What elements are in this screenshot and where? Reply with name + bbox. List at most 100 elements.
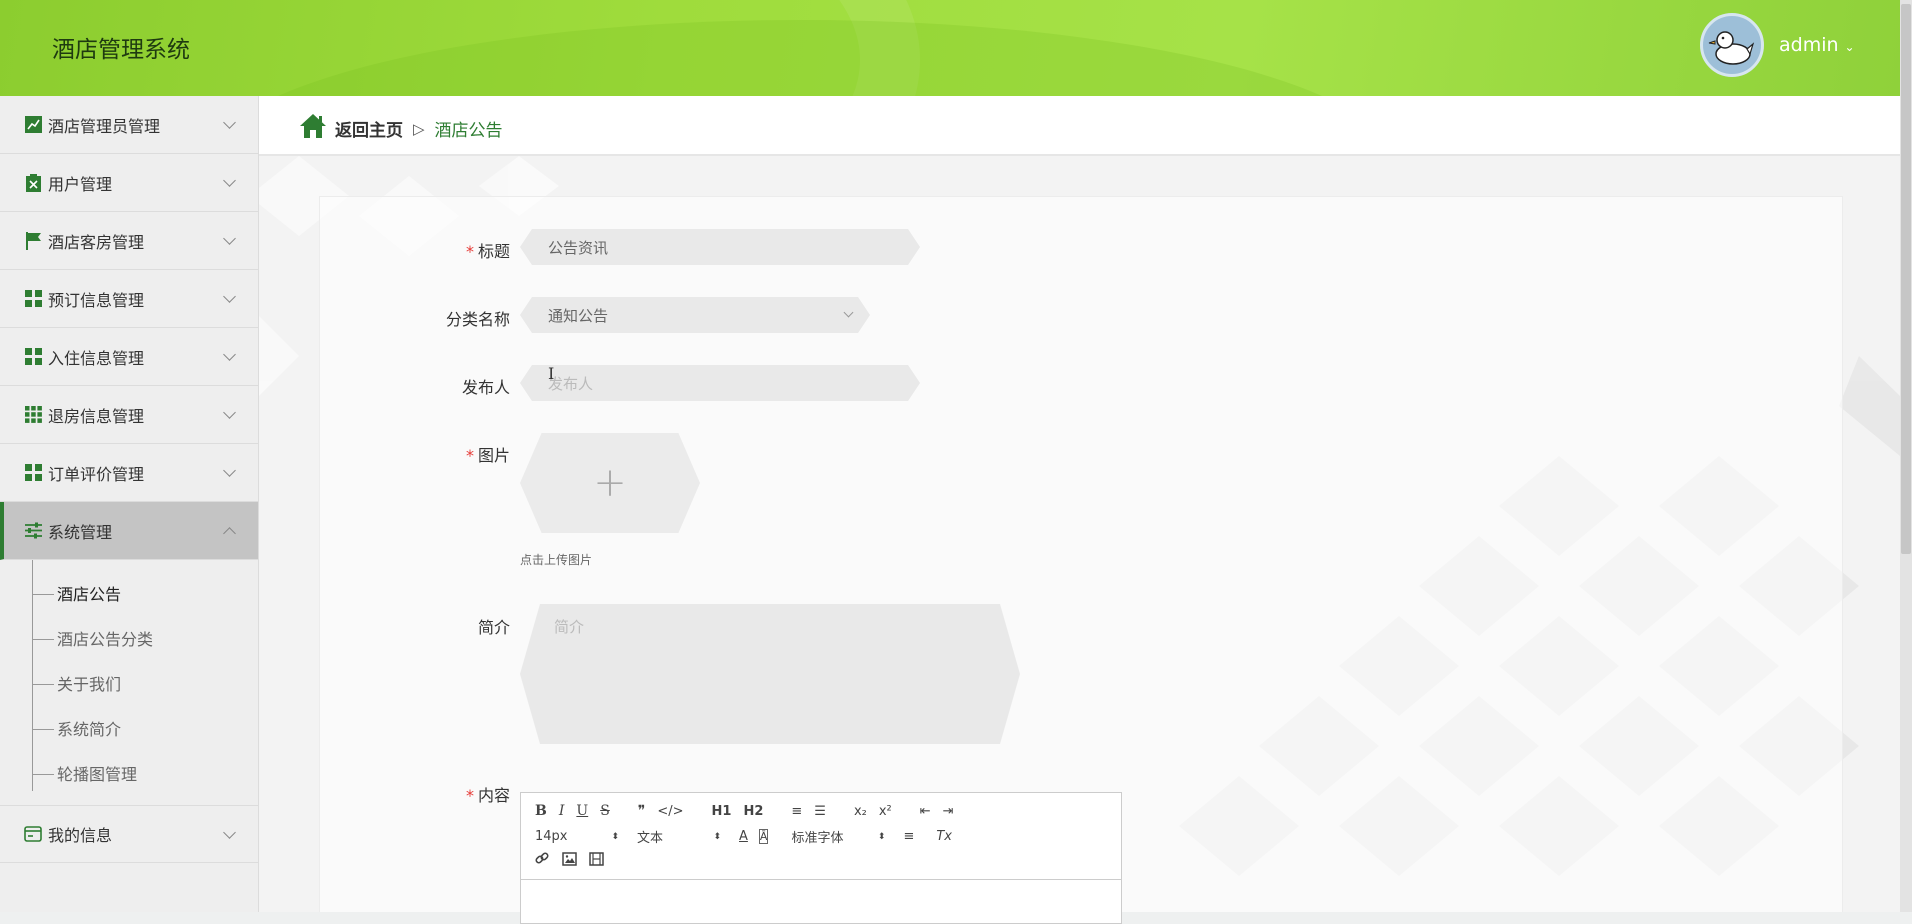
breadcrumb-current: 酒店公告 (434, 121, 503, 141)
code-block-button[interactable]: </> (657, 804, 683, 819)
submenu-item-about-us[interactable]: 关于我们 (0, 662, 258, 707)
sidebar-item-checkin[interactable]: 入住信息管理 (0, 328, 258, 386)
home-icon[interactable] (299, 113, 327, 144)
flag-icon (24, 231, 42, 250)
required-marker: * (465, 242, 474, 261)
subscript-button[interactable]: x₂ (854, 804, 867, 819)
title-input[interactable]: 公告资讯 (520, 229, 920, 265)
outdent-button[interactable]: ⇤ (920, 804, 931, 819)
chevron-down-icon (223, 826, 236, 839)
intro-textarea[interactable]: 简介 (520, 604, 1020, 744)
chevron-down-icon (844, 308, 854, 318)
clear-format-button[interactable]: Tx (936, 829, 952, 844)
sidebar-item-label: 系统管理 (48, 522, 113, 542)
sidebar-item-hotel-admin[interactable]: 酒店管理员管理 (0, 96, 258, 154)
submenu-item-hotel-notice[interactable]: 酒店公告 (0, 572, 258, 617)
font-color-button[interactable]: A (739, 829, 748, 844)
image-label: * 图片 (465, 446, 510, 465)
blockquote-button[interactable]: ❞ (638, 803, 646, 819)
sidebar-item-label: 入住信息管理 (48, 348, 145, 368)
intro-label: 简介 (477, 618, 510, 637)
user-name: admin (1779, 34, 1839, 56)
breadcrumb-home-link[interactable]: 返回主页 (335, 116, 403, 141)
card-icon (24, 825, 42, 843)
chevron-up-icon (223, 527, 236, 540)
updown-icon: ⬍ (611, 831, 619, 842)
image-upload-button[interactable]: + (520, 433, 700, 533)
grid-icon (24, 464, 42, 482)
updown-icon: ⬍ (877, 831, 886, 842)
font-size-select[interactable]: 14px ⬍ (535, 829, 619, 844)
app-title: 酒店管理系统 (52, 37, 190, 63)
breadcrumb-separator-icon: ▷ (413, 119, 425, 138)
ordered-list-button[interactable]: ≡ (791, 804, 802, 819)
sidebar-item-users[interactable]: 用户管理 (0, 154, 258, 212)
rich-text-editor[interactable]: B I U S ❞ </> H1 H2 ≡ ☰ x₂ x² ⇤ ⇥ 14px ⬍ … (520, 792, 1122, 924)
sidebar-item-my-info[interactable]: 我的信息 (0, 805, 258, 863)
publisher-input[interactable]: 发布人 (520, 365, 920, 401)
background-color-button[interactable]: Ā (758, 829, 769, 844)
link-icon[interactable] (535, 851, 550, 870)
user-avatar[interactable] (1700, 13, 1764, 77)
chevron-down-icon (223, 348, 236, 361)
sidebar-item-reservations[interactable]: 预订信息管理 (0, 270, 258, 328)
sidebar-item-system[interactable]: 系统管理 (0, 502, 258, 560)
system-submenu: 酒店公告 酒店公告分类 关于我们 系统简介 轮播图管理 (0, 560, 258, 805)
required-marker: * (465, 446, 474, 465)
duck-avatar-icon (1708, 31, 1755, 65)
sidebar-item-label: 我的信息 (48, 826, 113, 845)
user-menu[interactable]: admin ⌄ (1779, 34, 1855, 56)
page-scrollbar[interactable] (1900, 0, 1912, 912)
intro-placeholder: 简介 (554, 618, 585, 636)
header-select[interactable]: 文本 ⬍ (637, 827, 721, 846)
updown-icon: ⬍ (713, 831, 721, 842)
text-cursor-icon: I (548, 364, 555, 383)
image-icon[interactable] (562, 851, 577, 870)
chevron-down-icon (223, 464, 236, 477)
submenu-item-carousel[interactable]: 轮播图管理 (0, 752, 258, 797)
sidebar-item-reviews[interactable]: 订单评价管理 (0, 444, 258, 502)
bold-button[interactable]: B (535, 803, 547, 819)
editor-toolbar-row-3 (535, 851, 616, 870)
sidebar-item-label: 酒店客房管理 (48, 232, 145, 252)
chevron-down-icon (223, 290, 236, 303)
bullet-list-button[interactable]: ☰ (814, 804, 826, 819)
sidebar-item-label: 预订信息管理 (48, 290, 145, 310)
plus-icon: + (593, 460, 627, 506)
superscript-button[interactable]: x² (879, 804, 892, 819)
sidebar-item-checkout[interactable]: 退房信息管理 (0, 386, 258, 444)
strike-button[interactable]: S (600, 803, 610, 819)
sidebar-item-rooms[interactable]: 酒店客房管理 (0, 212, 258, 270)
chevron-down-icon (223, 174, 236, 187)
font-family-select[interactable]: 标准字体 ⬍ (791, 827, 885, 846)
scrollbar-thumb[interactable] (1901, 4, 1911, 554)
grid-nine-icon (24, 406, 42, 424)
top-header: 酒店管理系统 admin ⌄ (0, 0, 1900, 96)
h2-button[interactable]: H2 (743, 804, 763, 819)
underline-button[interactable]: U (576, 803, 588, 819)
sidebar-item-label: 用户管理 (48, 174, 113, 194)
category-select[interactable]: 通知公告 (520, 297, 870, 333)
grid-icon (24, 348, 42, 366)
chart-line-icon (24, 116, 42, 134)
publisher-placeholder: 发布人 (548, 374, 594, 393)
h1-button[interactable]: H1 (712, 804, 732, 819)
italic-button[interactable]: I (559, 803, 565, 819)
sidebar: 酒店管理员管理 用户管理 酒店客房管理 预订信息管理 入住信息管理 退房信息管理 (0, 96, 259, 912)
breadcrumb-bar: 返回主页 ▷ 酒店公告 (259, 96, 1900, 156)
video-icon[interactable] (589, 851, 604, 870)
title-label: * 标题 (465, 242, 510, 261)
breadcrumb: 返回主页 ▷ 酒店公告 (299, 113, 503, 144)
submenu-item-notice-category[interactable]: 酒店公告分类 (0, 617, 258, 662)
publisher-label: 发布人 (461, 378, 510, 397)
sliders-icon (24, 522, 42, 540)
content-label: * 内容 (465, 786, 510, 805)
indent-button[interactable]: ⇥ (943, 804, 954, 819)
clipboard-x-icon (24, 173, 42, 192)
editor-toolbar-row-1: B I U S ❞ </> H1 H2 ≡ ☰ x₂ x² ⇤ ⇥ (535, 803, 966, 819)
submenu-item-system-intro[interactable]: 系统简介 (0, 707, 258, 752)
editor-divider (521, 879, 1121, 880)
align-button[interactable]: ≡ (903, 829, 914, 844)
sidebar-item-label: 订单评价管理 (48, 464, 145, 484)
image-upload-tip: 点击上传图片 (520, 553, 593, 567)
